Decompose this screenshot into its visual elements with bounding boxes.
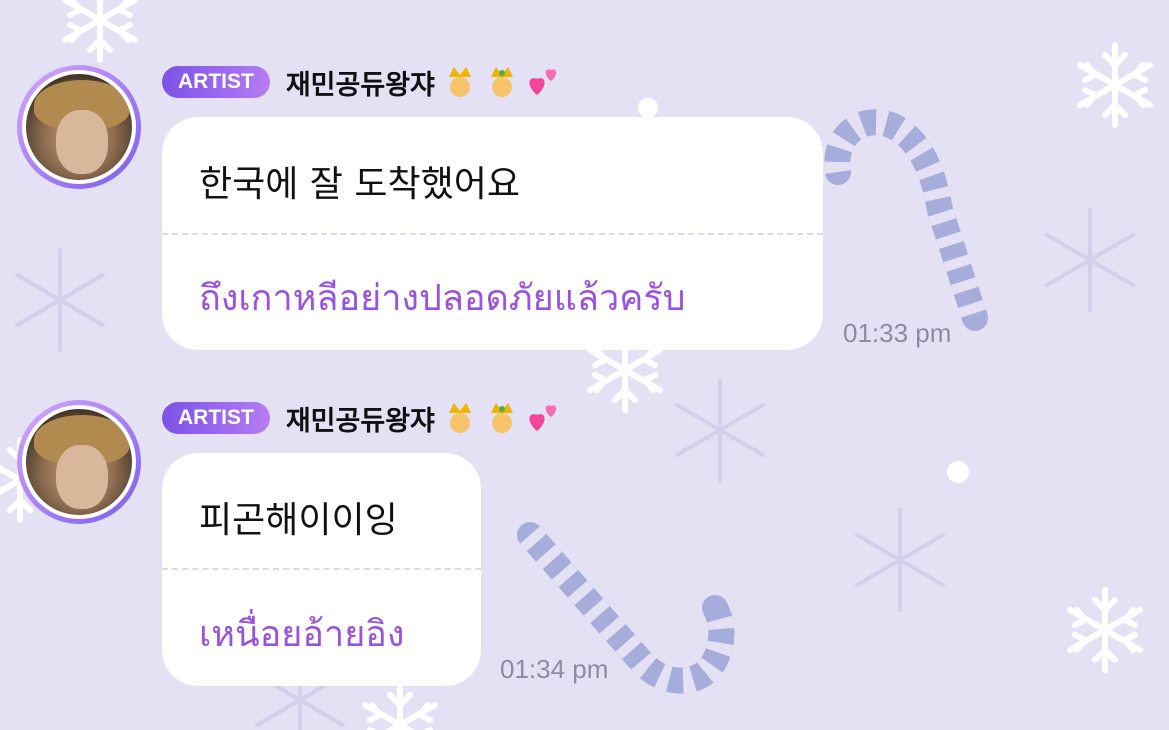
translation-text: ถึงเกาหลีอย่างปลอดภัยแล้วครับ [199, 278, 686, 319]
two-hearts-icon [529, 69, 557, 95]
timestamp: 01:34 pm [500, 654, 609, 684]
two-hearts-icon [529, 405, 557, 431]
avatar[interactable] [17, 400, 141, 524]
prince-crown-icon [448, 67, 471, 97]
translation-text: เหนื่อยอ้ายอิง [199, 614, 405, 655]
message-bubble[interactable]: 한국에 잘 도착했어요 ถึงเกาหลีอย่างปลอดภัยแล้วครั… [162, 117, 823, 350]
avatar[interactable] [17, 65, 141, 189]
prince-crown-icon [448, 403, 471, 433]
message-text: 한국에 잘 도착했어요 [199, 164, 520, 205]
snowflake-icon [365, 685, 435, 730]
snowflake-icon [1070, 590, 1140, 670]
prince-crown-icon [490, 67, 513, 97]
divider [162, 568, 481, 570]
divider [162, 233, 823, 235]
timestamp: 01:33 pm [843, 318, 952, 348]
snowflake-icon [65, 0, 135, 60]
message-bubble[interactable]: 피곤해이이잉 เหนื่อยอ้ายอิง [162, 453, 481, 686]
snowflake-icon [1080, 45, 1150, 125]
artist-badge: ARTIST [162, 402, 270, 434]
message-header: ARTIST 재민공듀왕쟈 [162, 399, 561, 438]
message-header: ARTIST 재민공듀왕쟈 [162, 63, 561, 102]
artist-badge: ARTIST [162, 66, 270, 98]
sender-name[interactable]: 재민공듀왕쟈 [286, 63, 435, 102]
sender-name[interactable]: 재민공듀왕쟈 [286, 399, 435, 438]
message-text: 피곤해이이잉 [199, 500, 398, 541]
prince-crown-icon [490, 403, 513, 433]
